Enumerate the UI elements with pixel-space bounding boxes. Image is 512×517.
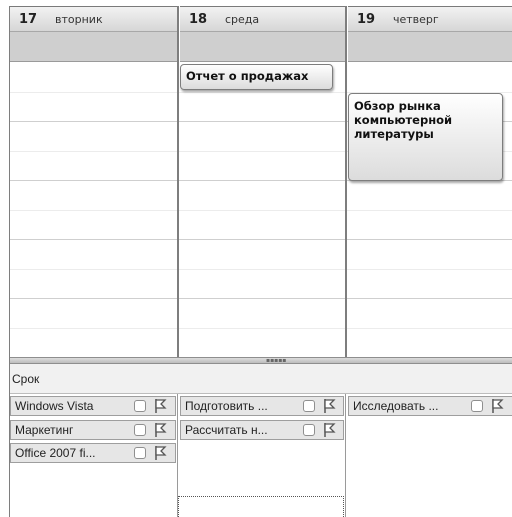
day-header-17[interactable]: 17 вторник (10, 6, 178, 32)
day-name: вторник (55, 12, 103, 26)
task-label: Подготовить ... (185, 399, 268, 413)
flag-icon[interactable] (153, 445, 167, 461)
checkbox-icon[interactable] (303, 400, 315, 412)
grid-line (10, 210, 512, 211)
allday-slot-17[interactable] (10, 32, 178, 62)
day-header-18[interactable]: 18 среда (180, 6, 346, 32)
calendar-week-view: 17 вторник 18 среда 19 четверг Отчет о п… (0, 0, 512, 517)
checkbox-icon[interactable] (134, 400, 146, 412)
appointment-market-review[interactable]: Обзор рынка компьютерной литературы (348, 93, 503, 181)
grid-line (10, 239, 512, 240)
flag-icon[interactable] (322, 422, 336, 438)
checkbox-icon[interactable] (134, 447, 146, 459)
flag-icon[interactable] (490, 398, 504, 414)
grid-line (10, 298, 512, 299)
task-label: Рассчитать н... (185, 423, 268, 437)
column-divider (177, 6, 179, 357)
task-item[interactable]: Подготовить ... (180, 396, 344, 416)
task-item[interactable]: Маркетинг (10, 420, 176, 440)
checkbox-icon[interactable] (471, 400, 483, 412)
grid-line (10, 328, 512, 329)
task-item[interactable]: Office 2007 fi... (10, 443, 176, 463)
flag-icon[interactable] (322, 398, 336, 414)
grid-line (10, 269, 512, 270)
flag-icon[interactable] (153, 422, 167, 438)
allday-slot-18[interactable] (180, 32, 346, 62)
allday-slot-19[interactable] (348, 32, 512, 62)
task-label: Исследовать ... (353, 399, 439, 413)
task-label: Office 2007 fi... (15, 446, 96, 460)
splitter-grip-icon: ▪▪▪▪▪ (266, 357, 287, 364)
task-label: Маркетинг (15, 423, 74, 437)
tasks-header: Срок (10, 364, 512, 394)
day-number: 17 (19, 11, 38, 27)
day-number: 18 (189, 11, 208, 27)
appointment-title: Отчет о продажах (186, 69, 309, 83)
day-name: среда (225, 12, 260, 26)
checkbox-icon[interactable] (134, 424, 146, 436)
task-item[interactable]: Windows Vista (10, 396, 176, 416)
task-label: Windows Vista (15, 399, 94, 413)
tasks-header-label: Срок (12, 372, 40, 386)
task-item[interactable]: Рассчитать н... (180, 420, 344, 440)
appointment-title: Обзор рынка компьютерной литературы (354, 99, 453, 141)
column-divider (345, 394, 346, 517)
pane-splitter[interactable]: ▪▪▪▪▪ (10, 357, 512, 364)
column-divider (345, 6, 347, 357)
checkbox-icon[interactable] (303, 424, 315, 436)
column-border (9, 6, 10, 517)
new-task-slot[interactable] (178, 496, 344, 517)
day-number: 19 (357, 11, 376, 27)
appointment-sales-report[interactable]: Отчет о продажах (180, 64, 333, 90)
day-header-19[interactable]: 19 четверг (348, 6, 512, 32)
flag-icon[interactable] (153, 398, 167, 414)
day-name: четверг (393, 12, 439, 26)
task-item[interactable]: Исследовать ... (348, 396, 512, 416)
